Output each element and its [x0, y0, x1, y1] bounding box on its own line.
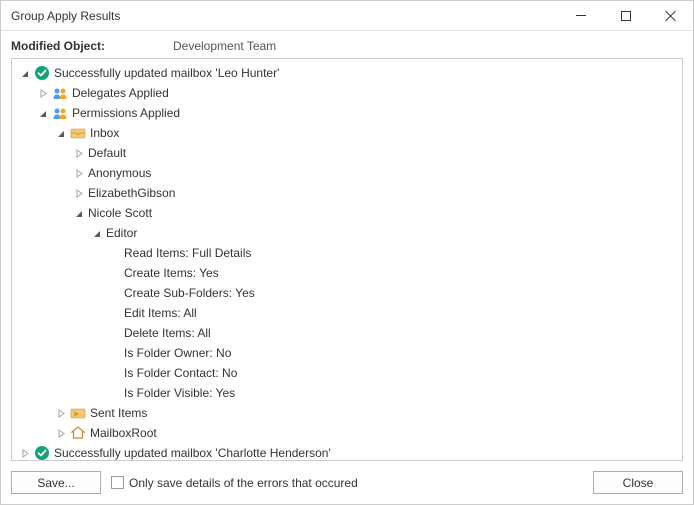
- tree-node-label: Edit Items: All: [124, 306, 197, 320]
- expander-icon[interactable]: [72, 206, 86, 220]
- tree-node-label: ElizabethGibson: [88, 186, 175, 200]
- expander-icon[interactable]: [54, 426, 68, 440]
- tree-node-detail[interactable]: Create Sub-Folders: Yes: [12, 283, 682, 303]
- expander-icon[interactable]: [18, 446, 32, 460]
- tree-node-inbox[interactable]: Inbox: [12, 123, 682, 143]
- tree-node-root[interactable]: Successfully updated mailbox 'Charlotte …: [12, 443, 682, 460]
- tree-node-label: Sent Items: [90, 406, 147, 420]
- errors-only-checkbox[interactable]: Only save details of the errors that occ…: [111, 476, 583, 490]
- tree-node-anonymous[interactable]: Anonymous: [12, 163, 682, 183]
- tree-node-label: Nicole Scott: [88, 206, 152, 220]
- tree-node-label: Is Folder Visible: Yes: [124, 386, 235, 400]
- tree-node-label: Successfully updated mailbox 'Leo Hunter…: [54, 66, 279, 80]
- tree-node-label: Inbox: [90, 126, 119, 140]
- results-tree[interactable]: Successfully updated mailbox 'Leo Hunter…: [12, 59, 682, 460]
- tree-node-editor[interactable]: Editor: [12, 223, 682, 243]
- tree-node-root[interactable]: Successfully updated mailbox 'Leo Hunter…: [12, 63, 682, 83]
- tree-node-detail[interactable]: Create Items: Yes: [12, 263, 682, 283]
- expander-icon[interactable]: [54, 126, 68, 140]
- sent-folder-icon: [70, 405, 86, 421]
- tree-node-label: Is Folder Owner: No: [124, 346, 231, 360]
- modified-object-row: Modified Object: Development Team: [1, 31, 693, 58]
- minimize-icon: [576, 15, 586, 16]
- close-button[interactable]: Close: [593, 471, 683, 494]
- footer-bar: Save... Only save details of the errors …: [1, 461, 693, 504]
- maximize-icon: [621, 11, 631, 21]
- group-apply-results-window: Group Apply Results Modified Object: Dev…: [0, 0, 694, 505]
- results-tree-container: Successfully updated mailbox 'Leo Hunter…: [11, 58, 683, 461]
- tree-node-label: Create Items: Yes: [124, 266, 219, 280]
- expander-icon[interactable]: [72, 186, 86, 200]
- expander-icon[interactable]: [72, 166, 86, 180]
- minimize-button[interactable]: [558, 1, 603, 31]
- tree-node-label: Anonymous: [88, 166, 151, 180]
- tree-node-permissions[interactable]: Permissions Applied: [12, 103, 682, 123]
- tree-node-detail[interactable]: Is Folder Visible: Yes: [12, 383, 682, 403]
- tree-node-detail[interactable]: Is Folder Contact: No: [12, 363, 682, 383]
- checkbox-icon: [111, 476, 124, 489]
- maximize-button[interactable]: [603, 1, 648, 31]
- inbox-folder-icon: [70, 125, 86, 141]
- tree-node-label: Successfully updated mailbox 'Charlotte …: [54, 446, 331, 460]
- expander-icon[interactable]: [90, 226, 104, 240]
- tree-node-label: Delete Items: All: [124, 326, 211, 340]
- people-icon: [52, 85, 68, 101]
- tree-node-nicole[interactable]: Nicole Scott: [12, 203, 682, 223]
- window-title: Group Apply Results: [11, 9, 558, 23]
- close-icon: [665, 10, 677, 22]
- home-icon: [70, 425, 86, 441]
- tree-node-label: Editor: [106, 226, 137, 240]
- people-icon: [52, 105, 68, 121]
- modified-object-label: Modified Object:: [11, 39, 173, 53]
- title-bar: Group Apply Results: [1, 1, 693, 31]
- tree-node-detail[interactable]: Edit Items: All: [12, 303, 682, 323]
- tree-node-label: MailboxRoot: [90, 426, 157, 440]
- tree-node-label: Read Items: Full Details: [124, 246, 251, 260]
- tree-node-detail[interactable]: Delete Items: All: [12, 323, 682, 343]
- expander-icon[interactable]: [36, 86, 50, 100]
- expander-icon[interactable]: [54, 406, 68, 420]
- checkbox-label: Only save details of the errors that occ…: [129, 476, 358, 490]
- tree-node-detail[interactable]: Is Folder Owner: No: [12, 343, 682, 363]
- save-button[interactable]: Save...: [11, 471, 101, 494]
- tree-node-sent[interactable]: Sent Items: [12, 403, 682, 423]
- success-check-icon: [34, 65, 50, 81]
- tree-node-label: Delegates Applied: [72, 86, 169, 100]
- modified-object-value: Development Team: [173, 39, 276, 53]
- tree-node-label: Create Sub-Folders: Yes: [124, 286, 255, 300]
- tree-node-label: Default: [88, 146, 126, 160]
- expander-icon[interactable]: [72, 146, 86, 160]
- expander-icon[interactable]: [36, 106, 50, 120]
- tree-node-delegates[interactable]: Delegates Applied: [12, 83, 682, 103]
- success-check-icon: [34, 445, 50, 460]
- expander-icon[interactable]: [18, 66, 32, 80]
- tree-node-mailboxroot[interactable]: MailboxRoot: [12, 423, 682, 443]
- window-close-button[interactable]: [648, 1, 693, 31]
- tree-node-label: Is Folder Contact: No: [124, 366, 237, 380]
- tree-node-label: Permissions Applied: [72, 106, 180, 120]
- tree-node-default[interactable]: Default: [12, 143, 682, 163]
- tree-node-detail[interactable]: Read Items: Full Details: [12, 243, 682, 263]
- tree-node-elizabeth[interactable]: ElizabethGibson: [12, 183, 682, 203]
